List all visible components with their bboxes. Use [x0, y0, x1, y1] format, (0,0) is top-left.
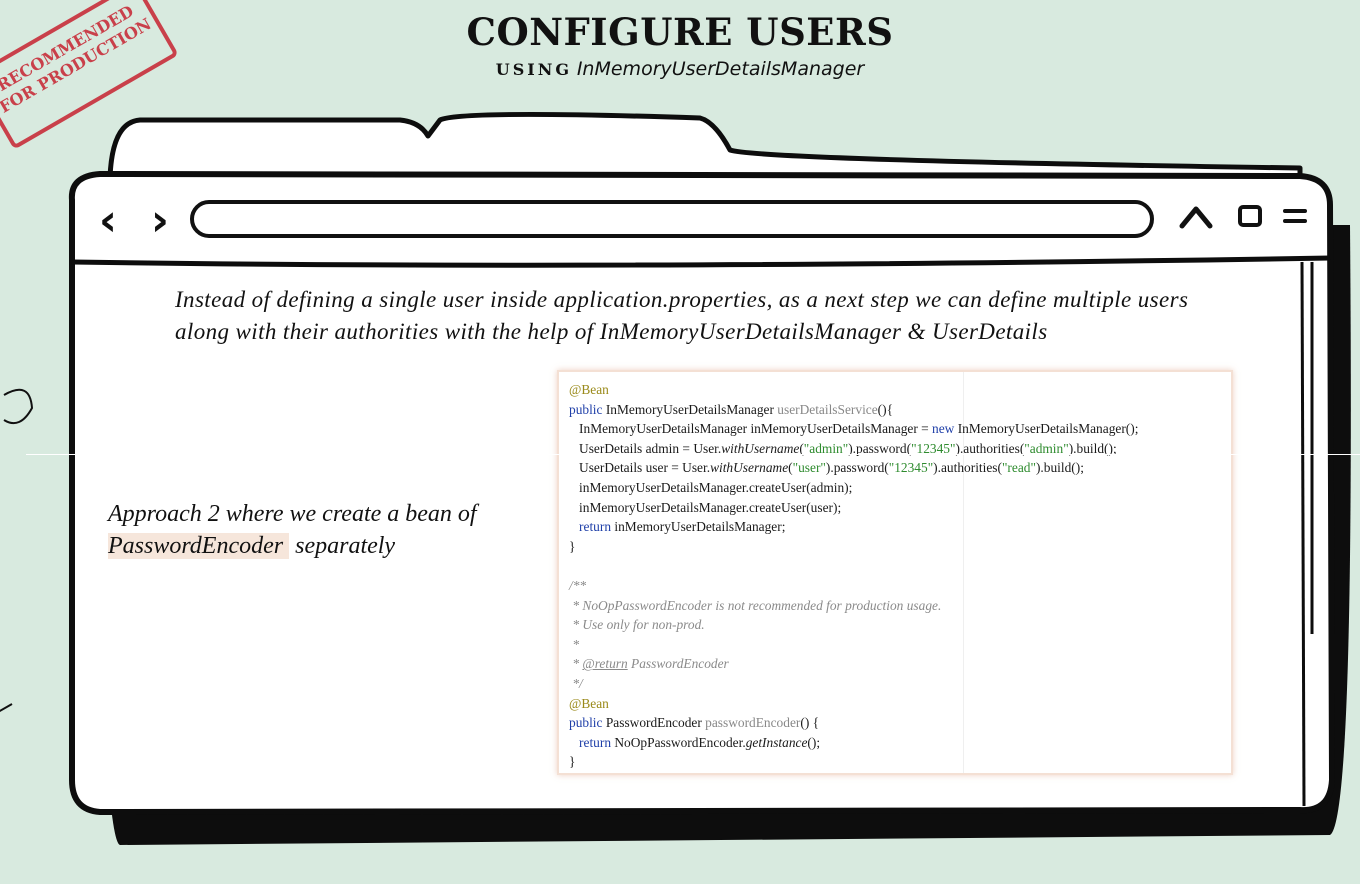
code-comment: /**	[569, 577, 587, 593]
code-token: ();	[807, 734, 821, 750]
code-string: "read"	[1001, 460, 1036, 476]
code-method-name: userDetailsService	[777, 401, 878, 417]
square-icon	[1238, 205, 1262, 227]
code-annotation: @Bean	[569, 695, 609, 711]
code-comment-tag: @return	[582, 656, 628, 672]
code-method-call: withUsername	[710, 460, 789, 476]
code-block: @Bean public InMemoryUserDetailsManager …	[569, 382, 1139, 770]
code-keyword: public	[569, 401, 603, 417]
code-string: "user"	[792, 460, 826, 476]
address-bar[interactable]	[190, 200, 1154, 238]
maximize-button[interactable]	[1230, 196, 1270, 236]
code-string: "12345"	[888, 460, 934, 476]
code-token: InMemoryUserDetailsManager();	[957, 421, 1139, 437]
presentation-guide-line	[26, 454, 1360, 455]
code-token: }	[569, 538, 576, 554]
code-token: ).build();	[1035, 460, 1084, 476]
code-keyword: return	[579, 519, 612, 535]
chevron-right-icon: ›	[150, 194, 170, 246]
code-token: inMemoryUserDetailsManager.createUser(us…	[579, 499, 842, 515]
code-keyword: new	[932, 421, 955, 437]
approach-highlight: PasswordEncoder	[108, 533, 290, 559]
code-token: inMemoryUserDetailsManager;	[611, 519, 786, 535]
menu-bars-icon	[1283, 203, 1307, 229]
code-comment: *	[569, 656, 583, 672]
code-keyword: return	[579, 734, 612, 750]
back-button[interactable]: ‹	[88, 194, 128, 246]
code-type: InMemoryUserDetailsManager	[605, 401, 774, 417]
code-snippet-panel: @Bean public InMemoryUserDetailsManager …	[557, 370, 1233, 775]
code-method-name: passwordEncoder	[705, 715, 801, 731]
code-token: ).authorities(	[933, 460, 1002, 476]
code-comment: */	[569, 675, 583, 691]
code-token: }	[569, 754, 576, 770]
minimize-button[interactable]	[1176, 196, 1216, 236]
forward-button[interactable]: ›	[140, 194, 180, 246]
approach-prefix: Approach 2 where we create a bean of	[108, 501, 477, 527]
code-annotation: @Bean	[569, 382, 609, 397]
intro-text: Instead of defining a single user inside…	[175, 287, 1189, 344]
code-keyword: public	[569, 715, 603, 731]
code-comment: *	[569, 636, 580, 652]
chevron-left-icon: ‹	[98, 194, 118, 246]
approach-text: Approach 2 where we create a bean of Pas…	[108, 498, 538, 562]
approach-suffix: separately	[289, 533, 396, 559]
code-token: ).password(	[825, 460, 889, 476]
code-token: (){	[877, 401, 894, 417]
code-token: UserDetails user = User.	[579, 460, 711, 476]
code-token: () {	[800, 715, 820, 731]
code-token: NoOpPasswordEncoder.	[614, 734, 746, 750]
code-method-call: getInstance	[745, 734, 808, 750]
menu-button[interactable]	[1280, 196, 1310, 236]
chevron-up-icon	[1179, 206, 1213, 229]
code-comment: PasswordEncoder	[627, 656, 729, 672]
code-comment: * Use only for non-prod.	[569, 617, 705, 633]
code-token: inMemoryUserDetailsManager.createUser(ad…	[579, 479, 853, 495]
code-token: InMemoryUserDetailsManager inMemoryUserD…	[579, 421, 933, 437]
code-comment: * NoOpPasswordEncoder is not recommended…	[569, 597, 942, 613]
code-type: PasswordEncoder	[605, 715, 702, 731]
